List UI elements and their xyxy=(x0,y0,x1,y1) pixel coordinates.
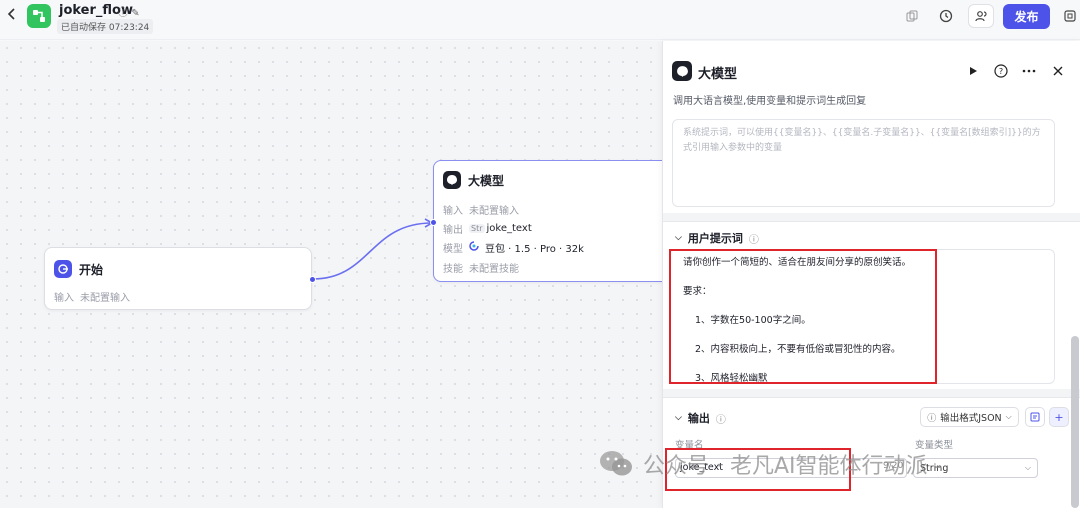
start-node-title: 开始 xyxy=(79,262,104,277)
prompt-line: 3、风格轻松幽默 xyxy=(695,373,768,384)
llm-node[interactable]: 大模型 输入 未配置输入 输出 Str joke_text 模型 豆包 · 1.… xyxy=(430,160,673,282)
wechat-logo-icon xyxy=(597,448,635,480)
info-icon[interactable]: ⓘ xyxy=(118,8,128,19)
chevron-down-icon: ⌵ xyxy=(1024,463,1031,472)
llm-skill-value: 未配置技能 xyxy=(469,263,519,275)
panel-title: 大模型 xyxy=(698,67,738,82)
chevron-down-icon: ⌵ xyxy=(1005,412,1012,421)
llm-model-label: 模型 xyxy=(443,243,463,255)
autosave-status: 已自动保存 07:23:24 xyxy=(57,19,154,34)
llm-skill-label: 技能 xyxy=(443,263,463,275)
output-format-label: 输出格式JSON xyxy=(940,413,1002,424)
llm-icon xyxy=(672,61,692,81)
info-icon[interactable]: ⓘ xyxy=(749,231,759,246)
chevron-down-icon[interactable]: ⌵ xyxy=(675,233,682,243)
start-output-port[interactable] xyxy=(309,276,316,283)
prompt-line: 2、内容积极向上，不要有低俗或冒犯性的内容。 xyxy=(695,344,901,355)
user-prompt-text[interactable]: 请你创作一个简短的、适合在朋友间分享的原创笑话。 要求： 1、字数在50-100… xyxy=(669,249,937,384)
start-input-value: 未配置输入 xyxy=(80,292,130,304)
system-prompt-input[interactable]: 系统提示词，可以使用{{变量名}}、{{变量名.子变量名}}、{{变量名[数组索… xyxy=(672,119,1055,207)
start-node[interactable]: 开始 输入 未配置输入 xyxy=(44,247,316,310)
help-icon[interactable]: ? xyxy=(992,62,1010,80)
close-icon[interactable] xyxy=(1049,62,1067,80)
info-icon[interactable]: ⓘ xyxy=(716,411,726,426)
publish-button[interactable]: 发布 xyxy=(1003,4,1050,29)
output-settings-icon[interactable] xyxy=(1025,407,1045,427)
add-output-button[interactable]: + xyxy=(1049,407,1069,427)
output-title: 输出 xyxy=(687,412,710,425)
svg-text:?: ? xyxy=(999,67,1003,76)
string-type-badge: Str xyxy=(469,223,485,233)
panel-description: 调用大语言模型,使用变量和提示词生成回复 xyxy=(673,96,867,107)
llm-output-value: joke_text xyxy=(486,222,532,234)
watermark: 公众号 · 老凡AI智能体行动派 - xyxy=(597,448,942,480)
history-icon[interactable] xyxy=(933,4,959,28)
node-config-panel: 大模型 ? 调用大语言模型,使用变量和提示词生成回复 系统提示词，可以使用{{变… xyxy=(662,41,1080,508)
workflow-canvas[interactable]: 开始 输入 未配置输入 大模型 输入 未配置输入 输出 Str joke_tex… xyxy=(0,41,673,508)
llm-model-value: 豆包 · 1.5 · Pro · 32k xyxy=(485,243,584,255)
llm-input-value: 未配置输入 xyxy=(469,205,519,217)
prompt-line: 1、字数在50-100字之间。 xyxy=(695,315,811,326)
run-icon[interactable] xyxy=(964,62,982,80)
collaborators-icon[interactable] xyxy=(968,4,994,28)
edit-icon[interactable]: ✎ xyxy=(131,8,139,19)
more-options-icon[interactable] xyxy=(1020,62,1038,80)
llm-input-label: 输入 xyxy=(443,205,463,217)
top-bar: joker_flow ⓘ ✎ 已自动保存 07:23:24 发布 xyxy=(0,0,1080,40)
llm-input-port[interactable] xyxy=(430,219,437,226)
llm-output-label: 输出 xyxy=(443,224,463,236)
start-input-label: 输入 xyxy=(54,292,74,304)
user-prompt-header[interactable]: ⌵ 用户提示词 ⓘ xyxy=(675,230,759,246)
back-arrow-icon[interactable] xyxy=(4,8,20,24)
prompt-line: 要求： xyxy=(683,286,712,297)
info-icon: ⓘ xyxy=(927,413,937,424)
llm-node-title: 大模型 xyxy=(468,173,505,188)
prompt-line: 请你创作一个简短的、适合在朋友间分享的原创笑话。 xyxy=(683,257,912,268)
title-actions: ⓘ ✎ xyxy=(118,4,140,19)
panel-scrollbar[interactable] xyxy=(1071,336,1079,508)
copy-icon[interactable] xyxy=(899,4,925,28)
watermark-text: 公众号 · 老凡AI智能体行动派 - xyxy=(643,454,943,479)
output-format-select[interactable]: ⓘ 输出格式JSON ⌵ xyxy=(920,407,1019,427)
doubao-model-icon xyxy=(469,240,479,254)
user-prompt-title: 用户提示词 xyxy=(687,232,743,245)
start-icon xyxy=(54,260,72,278)
more-window-icon[interactable] xyxy=(1057,4,1080,28)
output-header[interactable]: ⌵ 输出 ⓘ xyxy=(675,410,726,426)
llm-icon xyxy=(443,171,461,189)
workflow-app-icon xyxy=(27,4,51,28)
chevron-down-icon[interactable]: ⌵ xyxy=(675,413,682,423)
